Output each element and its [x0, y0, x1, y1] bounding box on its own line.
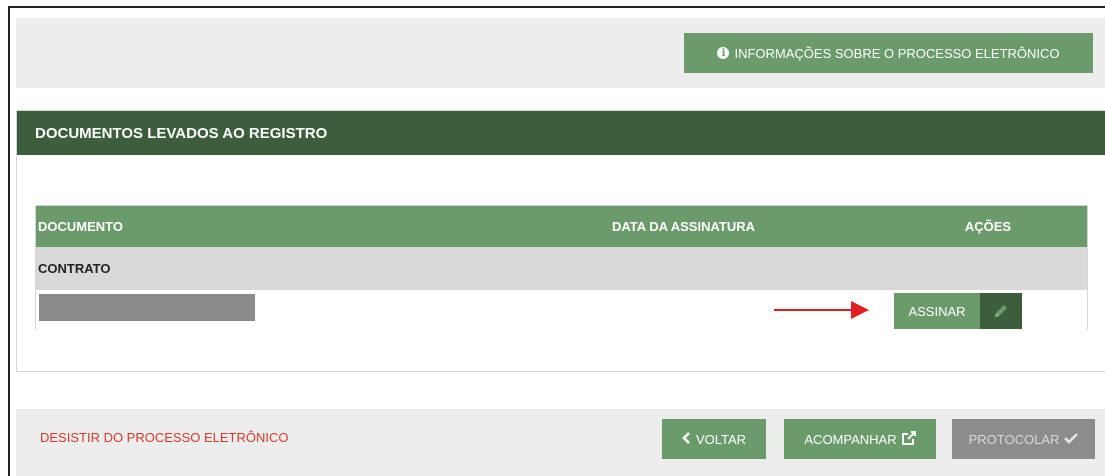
table-header: DOCUMENTO DATA DA ASSINATURA AÇÕES — [36, 206, 1087, 247]
annotation-arrow-head — [851, 301, 869, 319]
process-info-button[interactable]: i INFORMAÇÕES SOBRE O PROCESSO ELETRÔNIC… — [684, 33, 1093, 73]
annotation-arrow-line — [774, 309, 854, 311]
documents-panel: DOCUMENTOS LEVADOS AO REGISTRO DOCUMENTO… — [16, 110, 1105, 372]
track-button-label: ACOMPANHAR — [804, 431, 897, 447]
table-row: ASSINAR — [36, 290, 1087, 330]
protocol-button-label: PROTOCOLAR — [968, 431, 1060, 447]
check-icon — [1064, 432, 1079, 447]
protocol-button[interactable]: PROTOCOLAR — [952, 419, 1095, 459]
documents-table: DOCUMENTO DATA DA ASSINATURA AÇÕES CONTR… — [35, 205, 1088, 330]
quit-process-link[interactable]: DESISTIR DO PROCESSO ELETRÔNICO — [40, 430, 289, 445]
sign-button-label: ASSINAR — [894, 293, 980, 329]
back-button-label: VOLTAR — [695, 431, 747, 447]
chevron-left-icon — [682, 431, 691, 447]
info-circle-icon: i — [717, 47, 730, 59]
back-button[interactable]: VOLTAR — [662, 419, 766, 459]
process-info-button-label: INFORMAÇÕES SOBRE O PROCESSO ELETRÔNICO — [734, 45, 1060, 61]
external-link-icon — [901, 430, 916, 448]
panel-title: DOCUMENTOS LEVADOS AO REGISTRO — [17, 111, 1105, 155]
sign-button[interactable]: ASSINAR — [894, 293, 1022, 329]
column-header-document: DOCUMENTO — [38, 219, 123, 234]
pencil-icon — [980, 293, 1022, 329]
group-row-contrato: CONTRATO — [36, 247, 1087, 290]
column-header-signature-date: DATA DA ASSINATURA — [612, 219, 755, 234]
redacted-document-name — [39, 294, 255, 321]
track-button[interactable]: ACOMPANHAR — [784, 419, 936, 459]
column-header-actions: AÇÕES — [964, 219, 1012, 234]
